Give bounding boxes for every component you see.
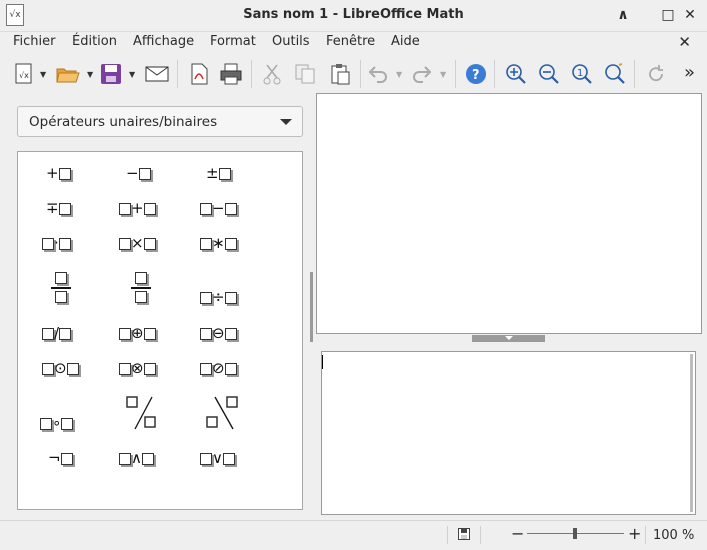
element-times[interactable]: × bbox=[119, 234, 156, 252]
zoom-out-button[interactable]: − bbox=[511, 524, 524, 543]
element-wide-slash[interactable] bbox=[126, 395, 158, 431]
element-addition[interactable]: + bbox=[119, 199, 156, 217]
menu-aide[interactable]: Aide bbox=[391, 34, 420, 49]
text-cursor bbox=[322, 355, 323, 369]
svg-text:√x: √x bbox=[19, 71, 29, 80]
element-otimes[interactable]: ⊗ bbox=[119, 359, 156, 377]
element-or[interactable]: ∨ bbox=[200, 449, 235, 467]
elements-panel: + − ± ∓ + − · × ∗ ÷ / ⊕ ⊖ ⊙ ⊗ ⊘ ∘ ¬ ∧ ∨ bbox=[17, 151, 303, 510]
help-icon[interactable]: ? bbox=[463, 62, 489, 86]
editor-scrollbar[interactable] bbox=[690, 354, 693, 512]
collapse-arrow-icon bbox=[505, 336, 513, 340]
close-document-button[interactable]: ✕ bbox=[678, 33, 691, 51]
new-formula-icon[interactable]: √x bbox=[11, 62, 37, 86]
zoom-in-button[interactable]: + bbox=[628, 524, 641, 543]
zoom-slider-thumb[interactable] bbox=[573, 528, 577, 539]
menu-affichage[interactable]: Affichage bbox=[133, 34, 194, 49]
redo-icon[interactable] bbox=[409, 62, 435, 86]
save-icon[interactable] bbox=[98, 62, 124, 86]
save-document-icon[interactable] bbox=[458, 528, 470, 544]
element-neg[interactable]: ¬ bbox=[48, 449, 73, 467]
element-wide-fraction[interactable] bbox=[131, 270, 151, 306]
element-minusplus[interactable]: ∓ bbox=[46, 199, 71, 217]
status-separator bbox=[447, 526, 448, 544]
svg-text:?: ? bbox=[472, 68, 480, 83]
cut-icon[interactable] bbox=[259, 62, 285, 86]
status-bar: − + 100 % bbox=[0, 520, 707, 550]
chevron-down-icon bbox=[280, 119, 292, 125]
open-dropdown-icon[interactable]: ▼ bbox=[87, 70, 93, 79]
element-and[interactable]: ∧ bbox=[119, 449, 154, 467]
element-fraction[interactable] bbox=[51, 270, 71, 306]
menu-bar: Fichier Édition Affichage Format Outils … bbox=[0, 31, 707, 53]
element-wide-backslash[interactable] bbox=[205, 395, 239, 431]
menu-format[interactable]: Format bbox=[210, 34, 256, 49]
element-minus[interactable]: − bbox=[126, 164, 151, 182]
zoom-in-icon[interactable] bbox=[503, 62, 529, 86]
element-slash[interactable]: / bbox=[42, 324, 72, 342]
copy-icon[interactable] bbox=[292, 62, 318, 86]
maximize-button[interactable]: □ bbox=[659, 6, 677, 24]
print-icon[interactable] bbox=[218, 62, 244, 86]
save-dropdown-icon[interactable]: ▼ bbox=[129, 70, 135, 79]
element-subtraction[interactable]: − bbox=[200, 199, 237, 217]
new-dropdown-icon[interactable]: ▼ bbox=[40, 70, 46, 79]
elements-category-label: Opérateurs unaires/binaires bbox=[29, 114, 218, 130]
element-odot[interactable]: ⊙ bbox=[42, 359, 79, 377]
element-oplus[interactable]: ⊕ bbox=[119, 324, 156, 342]
zoom-out-icon[interactable] bbox=[536, 62, 562, 86]
toolbar-separator bbox=[494, 60, 495, 88]
menu-outils[interactable]: Outils bbox=[272, 34, 310, 49]
standard-toolbar: √x ▼ ▼ ▼ ▼ ▼ ? 1 » bbox=[0, 56, 707, 92]
status-separator bbox=[480, 526, 481, 544]
element-circ[interactable]: ∘ bbox=[40, 414, 74, 432]
menu-fenetre[interactable]: Fenêtre bbox=[326, 34, 375, 49]
show-all-icon[interactable] bbox=[602, 62, 628, 86]
minimize-button[interactable]: ∧ bbox=[614, 6, 632, 24]
element-ominus[interactable]: ⊖ bbox=[200, 324, 237, 342]
element-plusminus[interactable]: ± bbox=[206, 164, 231, 182]
toolbar-separator bbox=[634, 60, 635, 88]
undo-dropdown-icon[interactable]: ▼ bbox=[396, 70, 402, 79]
toolbar-separator bbox=[455, 60, 456, 88]
zoom-level[interactable]: 100 % bbox=[653, 528, 694, 543]
elements-category-dropdown[interactable]: Opérateurs unaires/binaires bbox=[17, 106, 303, 137]
close-window-button[interactable]: ✕ bbox=[681, 6, 699, 24]
open-folder-icon[interactable] bbox=[55, 62, 81, 86]
title-bar[interactable]: √x Sans nom 1 - LibreOffice Math ∧ □ ✕ bbox=[0, 0, 707, 32]
email-icon[interactable] bbox=[144, 62, 170, 86]
window-title: Sans nom 1 - LibreOffice Math bbox=[243, 7, 464, 22]
status-separator bbox=[645, 526, 646, 544]
element-plus[interactable]: + bbox=[46, 164, 71, 182]
svg-text:1: 1 bbox=[577, 68, 583, 79]
menu-fichier[interactable]: Fichier bbox=[13, 34, 56, 49]
export-pdf-icon[interactable] bbox=[186, 62, 212, 86]
zoom-100-icon[interactable]: 1 bbox=[569, 62, 595, 86]
menu-edition[interactable]: Édition bbox=[72, 34, 117, 49]
element-asterisk[interactable]: ∗ bbox=[200, 234, 237, 252]
formula-editor[interactable] bbox=[321, 351, 696, 515]
redo-dropdown-icon[interactable]: ▼ bbox=[440, 70, 446, 79]
toolbar-separator bbox=[360, 60, 361, 88]
toolbar-separator bbox=[251, 60, 252, 88]
element-cdot[interactable]: · bbox=[42, 234, 71, 252]
toolbar-overflow-icon[interactable]: » bbox=[684, 62, 695, 83]
paste-icon[interactable] bbox=[327, 62, 353, 86]
element-oslash[interactable]: ⊘ bbox=[200, 359, 237, 377]
formula-preview[interactable] bbox=[316, 93, 702, 334]
undo-icon[interactable] bbox=[365, 62, 391, 86]
update-icon[interactable] bbox=[643, 62, 669, 86]
element-division[interactable]: ÷ bbox=[200, 288, 237, 306]
toolbar-separator bbox=[177, 60, 178, 88]
vertical-splitter[interactable] bbox=[310, 272, 313, 342]
